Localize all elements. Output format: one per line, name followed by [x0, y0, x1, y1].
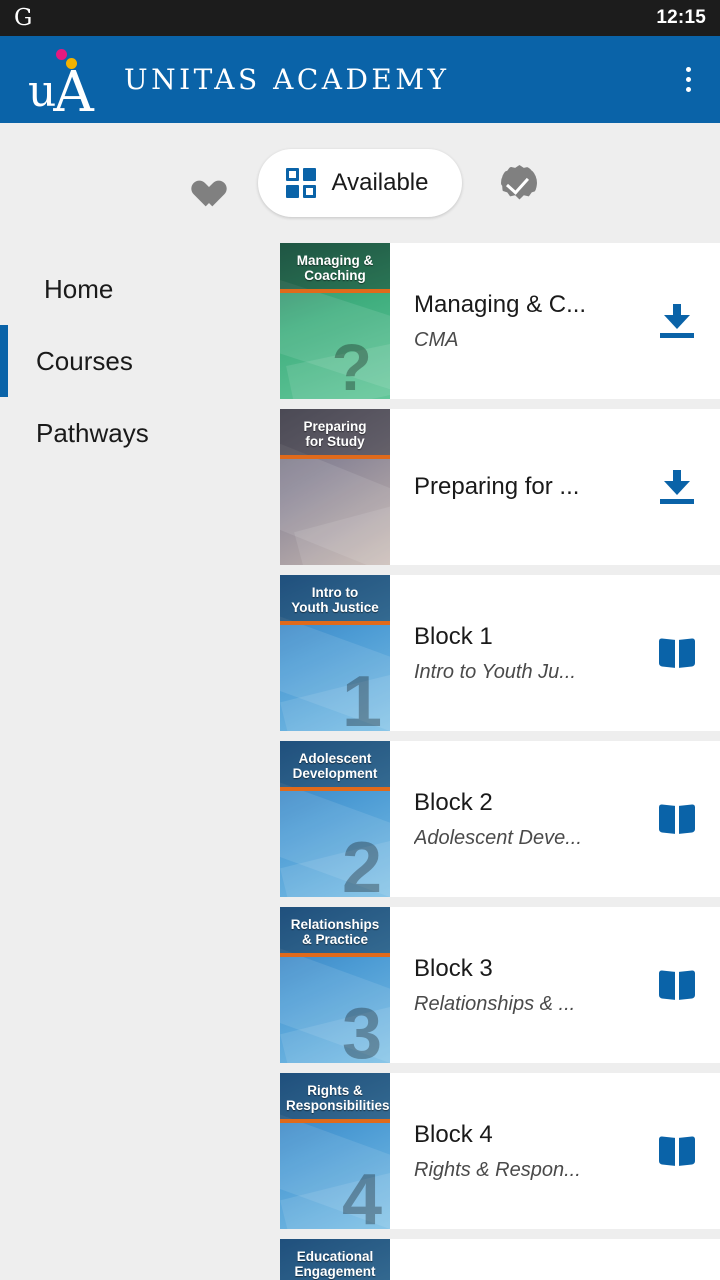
thumbnail-accent-bar	[280, 1119, 390, 1123]
more-vertical-icon[interactable]	[676, 56, 700, 104]
app-bar: uA UNITAS ACADEMY	[0, 36, 720, 125]
thumbnail-accent-bar	[280, 953, 390, 957]
sidebar-item-courses[interactable]: Courses	[0, 325, 280, 397]
sidebar-item-home[interactable]: Home	[0, 253, 280, 325]
course-subtitle: CMA	[414, 328, 459, 351]
available-filter-label: Available	[331, 169, 429, 196]
book-icon	[659, 804, 695, 834]
sidebar-item-label: Courses	[36, 345, 133, 376]
course-title: Block 4	[414, 1120, 493, 1148]
course-subtitle: Intro to Youth Ju...	[414, 660, 576, 683]
sidebar-item-label: Home	[44, 273, 114, 304]
thumbnail-caption: Intro to Youth Justice	[291, 585, 379, 615]
course-subtitle: Rights & Respon...	[414, 1158, 581, 1181]
course-action-button[interactable]	[634, 1239, 720, 1280]
book-icon	[659, 970, 695, 1000]
course-thumbnail: Rights & Responsibilities 4	[280, 1073, 390, 1229]
status-bar-clock: 12:15	[656, 7, 706, 28]
heart-icon	[186, 169, 216, 197]
thumbnail-mark: 4	[341, 1160, 382, 1229]
course-action-button[interactable]	[634, 907, 720, 1063]
thumbnail-caption: Educational Engagement	[294, 1249, 376, 1279]
course-subtitle: Relationships & ...	[414, 992, 576, 1015]
thumbnail-accent-bar	[280, 787, 390, 791]
thumbnail-caption: Rights & Responsibilities	[286, 1083, 390, 1113]
completed-filter-button[interactable]	[490, 154, 548, 212]
sidebar-item-label: Pathways	[36, 417, 149, 448]
course-action-button[interactable]	[634, 741, 720, 897]
list-item[interactable]: Rights & Responsibilities 4 Block 4 Right…	[280, 1073, 720, 1229]
google-g-icon: G	[14, 4, 33, 31]
course-list[interactable]: Managing & Coaching ? Managing & C... CMA	[280, 243, 720, 1280]
badge-check-icon	[501, 165, 538, 200]
thumbnail-accent-bar	[280, 455, 390, 459]
course-title: Block 3	[414, 954, 493, 982]
course-title: Preparing for ...	[414, 473, 580, 500]
course-thumbnail: Adolescent Development 2	[280, 741, 390, 897]
course-title: Managing & C...	[414, 290, 587, 318]
thumbnail-accent-bar	[280, 621, 390, 625]
download-icon	[660, 304, 694, 338]
qr-code-icon	[285, 168, 316, 198]
list-item[interactable]: Preparing for Study Preparing for ...	[280, 409, 720, 565]
list-item[interactable]: Managing & Coaching ? Managing & C... CMA	[280, 243, 720, 399]
course-subtitle: Adolescent Deve...	[414, 826, 582, 849]
thumbnail-caption: Managing & Coaching	[296, 253, 374, 283]
course-action-button[interactable]	[634, 409, 720, 565]
course-text: Block 2 Adolescent Deve...	[390, 741, 634, 897]
list-item[interactable]: Adolescent Development 2 Block 2 Adolesce…	[280, 741, 720, 897]
thumbnail-mark: ?	[331, 330, 372, 399]
thumbnail-caption: Adolescent Development	[292, 751, 378, 781]
thumbnail-caption: Relationships & Practice	[290, 917, 380, 947]
thumbnail-mark: 1	[341, 662, 382, 731]
course-title: Block 1	[414, 622, 493, 650]
course-action-button[interactable]	[634, 575, 720, 731]
thumbnail-accent-bar	[280, 289, 390, 293]
sidebar-item-pathways[interactable]: Pathways	[0, 397, 280, 469]
list-item[interactable]: Intro to Youth Justice 1 Block 1 Intro to…	[280, 575, 720, 731]
logo-monogram: uA	[28, 59, 94, 125]
course-thumbnail: Managing & Coaching ?	[280, 243, 390, 399]
course-text	[390, 1239, 634, 1280]
thumbnail-mark: 2	[341, 828, 382, 897]
course-text: Preparing for ...	[390, 409, 634, 565]
thumbnail-mark: 3	[341, 994, 382, 1063]
course-thumbnail: EducationalEngagement 5	[280, 1239, 390, 1280]
book-icon	[659, 1136, 695, 1166]
course-thumbnail: Preparing for Study	[280, 409, 390, 565]
list-item[interactable]: Relationships & Practice 3 Block 3 Relati…	[280, 907, 720, 1063]
course-thumbnail: Relationships & Practice 3	[280, 907, 390, 1063]
filter-bar: Available	[0, 123, 720, 243]
course-title: Block 2	[414, 788, 493, 816]
course-text: Block 1 Intro to Youth Ju...	[390, 575, 634, 731]
unitas-logo-icon: uA	[26, 48, 98, 125]
thumbnail-caption: Preparing for Study	[303, 419, 367, 449]
sidebar: Home Courses Pathways	[0, 243, 280, 1280]
course-text: Block 4 Rights & Respon...	[390, 1073, 634, 1229]
status-bar: G 12:15	[0, 0, 720, 36]
course-action-button[interactable]	[634, 243, 720, 399]
app-title: UNITAS ACADEMY	[124, 63, 450, 96]
course-action-button[interactable]	[634, 1073, 720, 1229]
download-icon	[660, 470, 694, 504]
book-icon	[659, 638, 695, 668]
favourites-filter-button[interactable]	[172, 154, 230, 212]
content-area: Home Courses Pathways Managing & Coaching…	[0, 243, 720, 1280]
list-item[interactable]: EducationalEngagement 5	[280, 1239, 720, 1280]
course-text: Managing & C... CMA	[390, 243, 634, 399]
course-text: Block 3 Relationships & ...	[390, 907, 634, 1063]
available-filter-button[interactable]: Available	[257, 149, 463, 217]
course-thumbnail: Intro to Youth Justice 1	[280, 575, 390, 731]
